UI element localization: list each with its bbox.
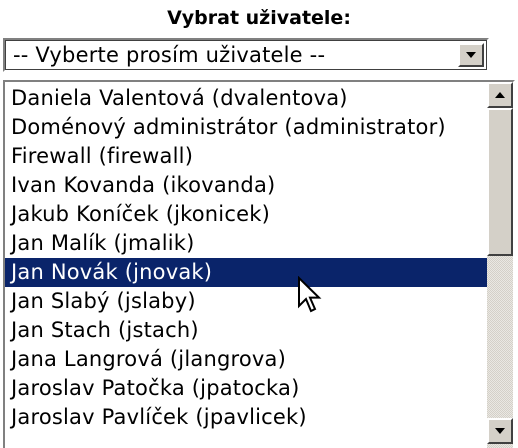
- list-item[interactable]: Jan Malík (jmalik): [5, 229, 487, 258]
- list-item[interactable]: Jan Slabý (jslaby): [5, 287, 487, 316]
- chevron-down-icon: [466, 52, 476, 58]
- list-item[interactable]: Jaroslav Patočka (jpatocka): [5, 374, 487, 403]
- list-item[interactable]: Jan Stach (jstach): [5, 316, 487, 345]
- list-item[interactable]: Jakub Koníček (jkonicek): [5, 200, 487, 229]
- list-item[interactable]: Firewall (firewall): [5, 142, 487, 171]
- list-item[interactable]: Doménový administrátor (administrator): [5, 113, 487, 142]
- user-picker-page: Vybrat uživatele: -- Vyberte prosím uživ…: [0, 0, 518, 448]
- scroll-thumb[interactable]: [487, 108, 513, 256]
- scroll-up-arrow-icon: [495, 92, 505, 98]
- vertical-scrollbar[interactable]: [487, 82, 513, 448]
- list-item[interactable]: Ivan Kovanda (ikovanda): [5, 171, 487, 200]
- list-item[interactable]: Jan Novák (jnovak): [5, 258, 487, 287]
- list-item[interactable]: Jaroslav Pavlíček (jpavlicek): [5, 403, 487, 432]
- list-item[interactable]: Jana Langrová (jlangrova): [5, 345, 487, 374]
- user-select[interactable]: -- Vyberte prosím uživatele --: [3, 38, 489, 72]
- scroll-down-button[interactable]: [487, 418, 513, 444]
- user-list: Daniela Valentová (dvalentova) Doménový a…: [5, 84, 487, 432]
- list-item[interactable]: Daniela Valentová (dvalentova): [5, 84, 487, 113]
- user-select-value: -- Vyberte prosím uživatele --: [13, 43, 326, 67]
- user-listbox[interactable]: Daniela Valentová (dvalentova) Doménový a…: [3, 80, 515, 448]
- scroll-up-button[interactable]: [487, 82, 513, 108]
- dropdown-button[interactable]: [458, 43, 484, 67]
- scroll-down-arrow-icon: [495, 428, 505, 434]
- page-title: Vybrat uživatele:: [167, 7, 351, 29]
